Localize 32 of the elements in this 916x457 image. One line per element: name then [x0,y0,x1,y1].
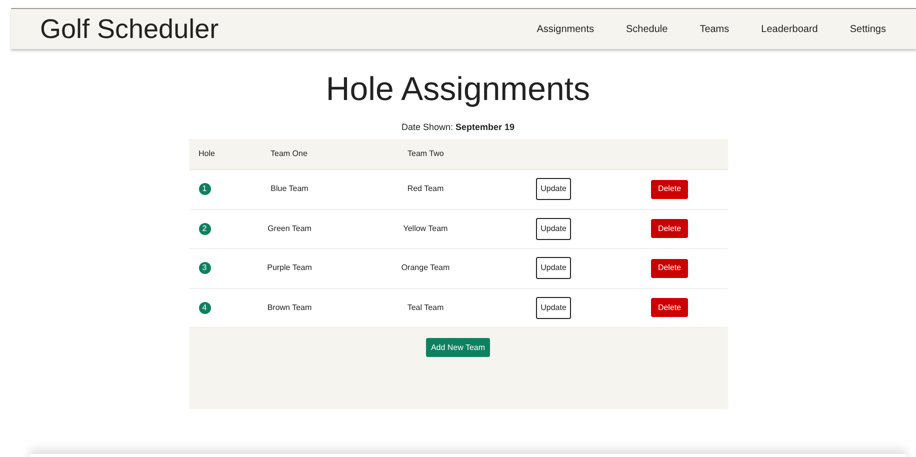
delete-button[interactable]: Delete [650,219,688,238]
update-button[interactable]: Update [536,218,572,240]
table-cell: Blue Team [270,183,308,196]
nav-link[interactable]: Assignments [536,22,594,36]
column-header: Team Two [406,148,444,160]
update-button[interactable]: Update [536,178,572,200]
delete-button[interactable]: Delete [650,258,688,278]
nav-link[interactable]: Schedule [626,22,668,36]
table-cell: Brown Team [267,302,312,314]
update-button[interactable]: Update [536,296,572,319]
table-cell: Yellow Team [403,222,448,235]
add-team-button[interactable]: Add New Team [426,338,490,357]
delete-button[interactable]: Delete [650,298,688,318]
table-cell: Orange Team [401,262,450,274]
table-cell: Purple Team [267,262,312,274]
hole-number: 1 [198,183,210,196]
hole-number: 3 [198,262,210,274]
column-header: Team One [270,148,308,160]
update-button[interactable]: Update [536,257,572,280]
date-shown: Date Shown: September 19 [401,121,515,133]
table-cell: Red Team [407,183,444,196]
nav-link[interactable]: Leaderboard [761,22,818,36]
nav-link[interactable]: Settings [850,22,886,36]
hole-number: 2 [198,222,210,235]
delete-button[interactable]: Delete [650,180,688,199]
nav-link[interactable]: Teams [700,22,730,36]
column-header: Hole [198,148,215,160]
table-cell: Teal Team [407,302,444,314]
table-cell: Green Team [268,222,312,235]
app-title: Golf Scheduler [40,16,219,42]
hole-number: 4 [198,302,210,314]
page-title: Hole Assignments [326,69,590,109]
